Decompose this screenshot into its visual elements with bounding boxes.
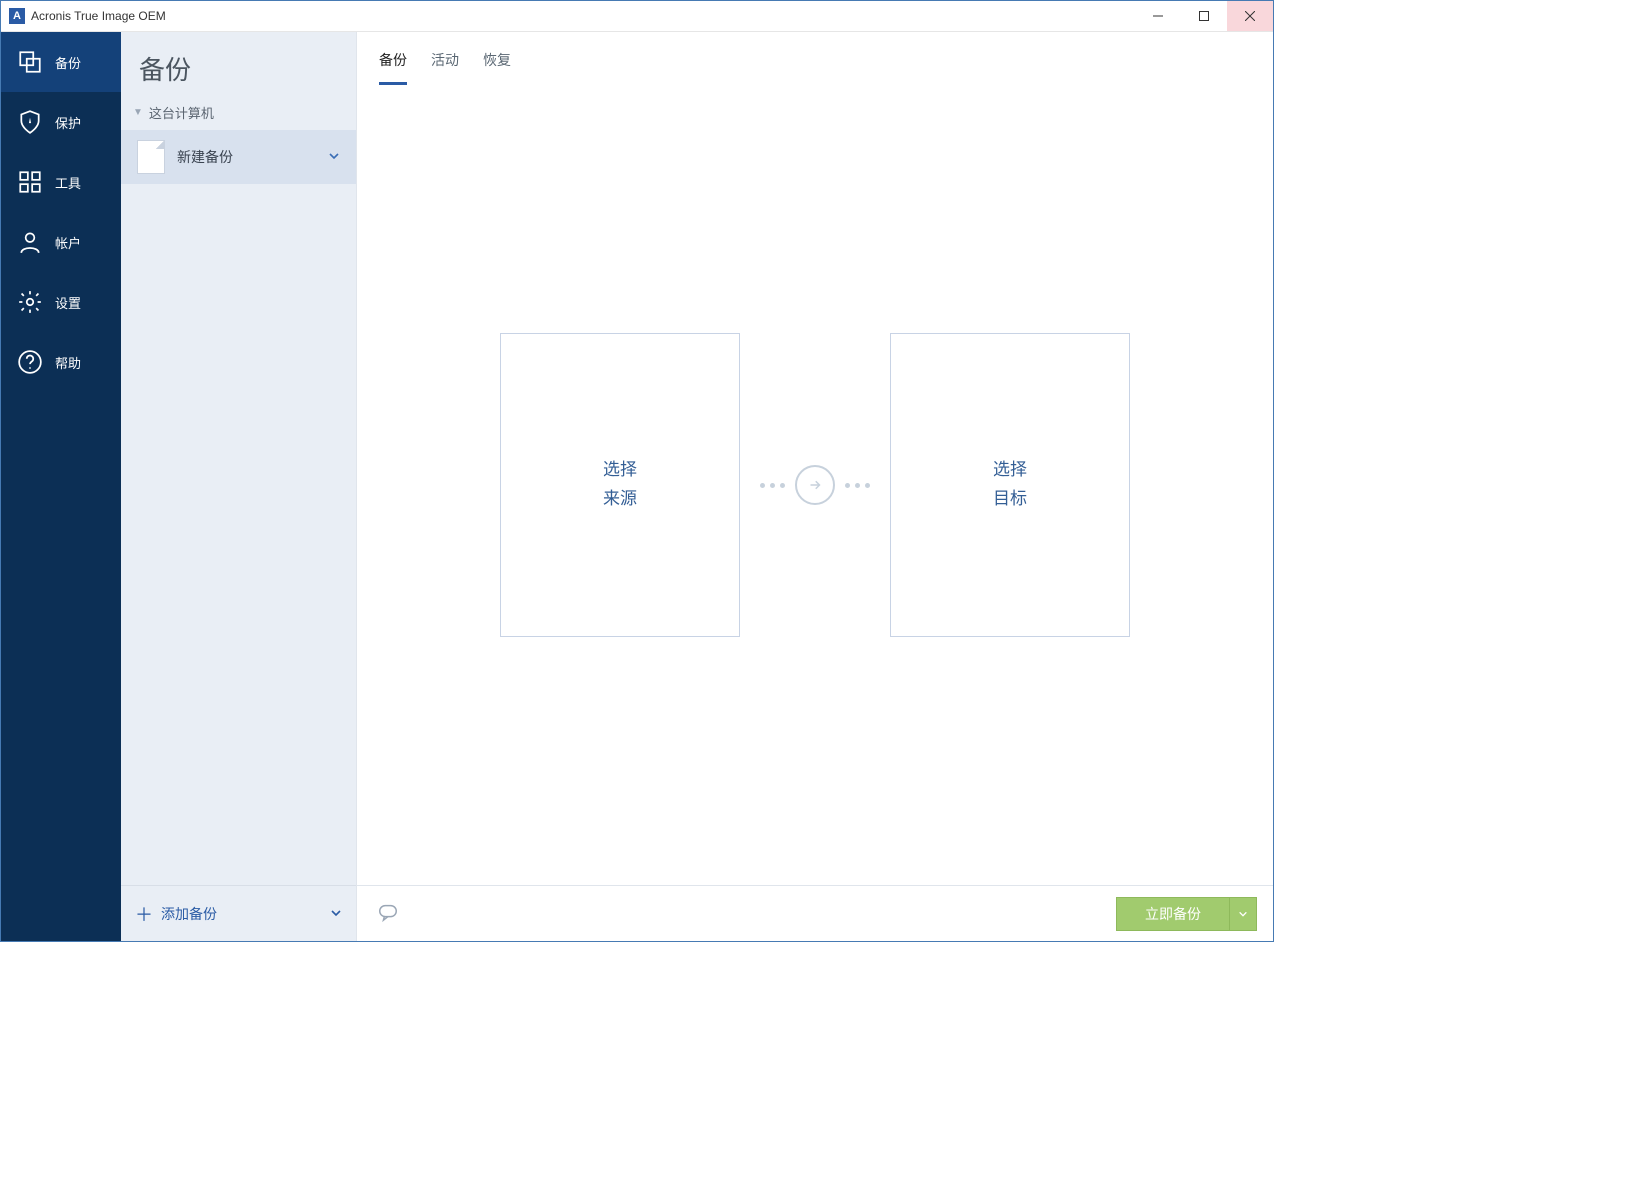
close-button[interactable]	[1227, 1, 1273, 31]
help-icon	[17, 349, 43, 375]
plus-icon: ＋	[135, 901, 151, 927]
sidebar-item-label: 备份	[55, 53, 81, 72]
backup-now-button[interactable]: 立即备份	[1116, 897, 1229, 931]
main-content: 备份 活动 恢复 选择 来源	[357, 32, 1273, 941]
shield-icon	[17, 109, 43, 135]
collapse-icon: ▼	[133, 107, 143, 118]
tab-backup[interactable]: 备份	[379, 50, 407, 85]
maximize-button[interactable]	[1181, 1, 1227, 31]
list-header: 备份	[121, 32, 356, 95]
primary-action-group: 立即备份	[1116, 897, 1257, 931]
tabs: 备份 活动 恢复	[357, 32, 1273, 85]
list-footer: ＋ 添加备份	[121, 885, 356, 941]
app-title: Acronis True Image OEM	[31, 9, 166, 23]
titlebar-left: A Acronis True Image OEM	[1, 8, 1135, 24]
backup-now-dropdown[interactable]	[1229, 897, 1257, 931]
chevron-down-icon[interactable]	[328, 149, 340, 165]
minimize-button[interactable]	[1135, 1, 1181, 31]
app-window: A Acronis True Image OEM 备份	[0, 0, 1274, 942]
backup-list-item[interactable]: 新建备份	[121, 130, 356, 184]
dots-left	[760, 483, 785, 488]
target-label: 选择 目标	[993, 456, 1027, 514]
arrow-indicator	[760, 465, 870, 505]
tab-recovery[interactable]: 恢复	[483, 50, 511, 85]
sidebar-item-help[interactable]: 帮助	[1, 332, 121, 392]
group-this-computer[interactable]: ▼ 这台计算机	[121, 95, 356, 130]
backup-config-canvas: 选择 来源 选择 目标	[357, 85, 1273, 885]
sidebar-item-settings[interactable]: 设置	[1, 272, 121, 332]
body: 备份 保护 工具 帐户	[1, 32, 1273, 941]
chat-icon[interactable]	[377, 901, 399, 926]
list-spacer	[121, 184, 356, 885]
main-footer: 立即备份	[357, 885, 1273, 941]
sidebar-item-label: 帐户	[55, 233, 81, 252]
document-icon	[137, 140, 165, 174]
grid-icon	[17, 169, 43, 195]
backup-list-panel: 备份 ▼ 这台计算机 新建备份 ＋ 添加备份	[121, 32, 357, 941]
backup-icon	[17, 49, 43, 75]
tab-activity[interactable]: 活动	[431, 50, 459, 85]
sidebar-item-protection[interactable]: 保护	[1, 92, 121, 152]
sidebar-item-account[interactable]: 帐户	[1, 212, 121, 272]
user-icon	[17, 229, 43, 255]
backup-item-name: 新建备份	[177, 147, 316, 167]
sidebar-item-backup[interactable]: 备份	[1, 32, 121, 92]
titlebar: A Acronis True Image OEM	[1, 1, 1273, 32]
select-target-card[interactable]: 选择 目标	[890, 333, 1130, 637]
sidebar: 备份 保护 工具 帐户	[1, 32, 121, 941]
sidebar-item-label: 工具	[55, 173, 81, 192]
arrow-right-icon	[795, 465, 835, 505]
list-title: 备份	[139, 50, 338, 87]
select-source-card[interactable]: 选择 来源	[500, 333, 740, 637]
sidebar-item-label: 帮助	[55, 353, 81, 372]
source-label: 选择 来源	[603, 456, 637, 514]
window-controls	[1135, 1, 1273, 31]
dots-right	[845, 483, 870, 488]
sidebar-item-tools[interactable]: 工具	[1, 152, 121, 212]
sidebar-item-label: 保护	[55, 113, 81, 132]
app-icon: A	[9, 8, 25, 24]
gear-icon	[17, 289, 43, 315]
add-backup-button[interactable]: 添加备份	[161, 904, 320, 924]
add-backup-dropdown[interactable]	[330, 906, 342, 922]
group-label: 这台计算机	[149, 103, 214, 122]
sidebar-item-label: 设置	[55, 293, 81, 312]
